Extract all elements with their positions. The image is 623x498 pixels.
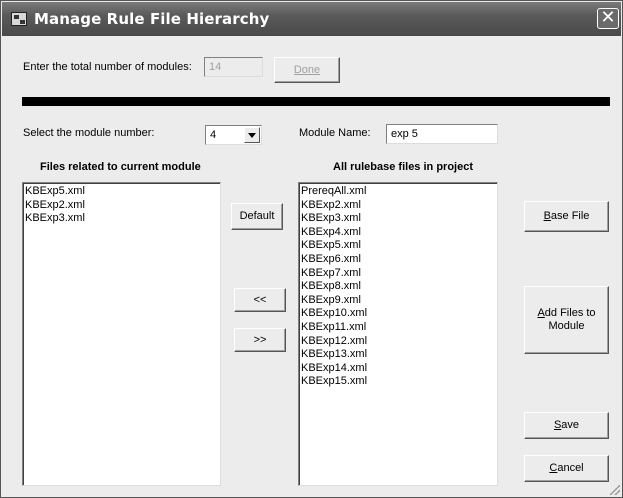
- list-item[interactable]: KBExp10.xml: [301, 307, 497, 321]
- move-right-button[interactable]: >>: [234, 328, 286, 352]
- base-file-mnemonic: B: [543, 210, 551, 222]
- app-icon: [11, 12, 27, 26]
- module-number-value: 4: [210, 129, 217, 141]
- base-file-label: ase File: [550, 210, 590, 222]
- all-rulebase-files-heading: All rulebase files in project: [333, 161, 473, 173]
- list-item[interactable]: KBExp7.xml: [301, 267, 497, 281]
- add-files-mnemonic: A: [537, 307, 545, 319]
- done-button[interactable]: Done: [274, 57, 340, 83]
- total-modules-field[interactable]: 14: [204, 57, 263, 77]
- base-file-button[interactable]: Base File: [524, 201, 609, 232]
- add-files-label: dd Files to Module: [544, 307, 596, 332]
- all-rulebase-files-list[interactable]: PrereqAll.xml KBExp2.xml KBExp3.xml KBEx…: [298, 182, 498, 486]
- select-module-label: Select the module number:: [23, 127, 155, 139]
- resize-grip-icon[interactable]: [610, 485, 620, 495]
- list-item[interactable]: KBExp2.xml: [301, 199, 497, 213]
- manage-rule-file-hierarchy-dialog: Manage Rule File Hierarchy ✕ Enter the t…: [0, 0, 623, 498]
- list-item[interactable]: KBExp4.xml: [301, 226, 497, 240]
- module-number-dropdown[interactable]: 4: [205, 125, 262, 145]
- list-item[interactable]: KBExp13.xml: [301, 348, 497, 362]
- list-item[interactable]: KBExp11.xml: [301, 321, 497, 335]
- save-label: ave: [561, 419, 580, 431]
- total-modules-label: Enter the total number of modules:: [23, 61, 192, 73]
- list-item[interactable]: KBExp2.xml: [25, 199, 220, 213]
- current-module-files-heading: Files related to current module: [40, 161, 201, 173]
- module-name-field[interactable]: exp 5: [386, 124, 498, 144]
- list-item[interactable]: KBExp8.xml: [301, 280, 497, 294]
- list-item[interactable]: KBExp5.xml: [301, 239, 497, 253]
- separator-bar: [22, 97, 610, 106]
- list-item[interactable]: KBExp3.xml: [301, 212, 497, 226]
- list-item[interactable]: KBExp6.xml: [301, 253, 497, 267]
- title-bar[interactable]: Manage Rule File Hierarchy ✕: [2, 2, 621, 36]
- window-title: Manage Rule File Hierarchy: [34, 10, 270, 28]
- list-item[interactable]: KBExp9.xml: [301, 294, 497, 308]
- list-item[interactable]: KBExp5.xml: [25, 185, 220, 199]
- add-files-to-module-button[interactable]: Add Files to Module: [524, 286, 609, 354]
- list-item[interactable]: KBExp14.xml: [301, 362, 497, 376]
- done-button-label: Done: [293, 63, 321, 76]
- cancel-label: ancel: [557, 462, 584, 474]
- module-name-label: Module Name:: [299, 127, 371, 139]
- list-item[interactable]: PrereqAll.xml: [301, 185, 497, 199]
- list-item[interactable]: KBExp15.xml: [301, 375, 497, 389]
- list-item[interactable]: KBExp3.xml: [25, 212, 220, 226]
- chevron-down-icon[interactable]: [244, 127, 260, 143]
- move-left-button[interactable]: <<: [234, 288, 286, 312]
- current-module-files-list[interactable]: KBExp5.xml KBExp2.xml KBExp3.xml: [22, 182, 221, 486]
- save-button[interactable]: Save: [524, 412, 609, 439]
- default-button[interactable]: Default: [231, 203, 283, 230]
- list-item[interactable]: KBExp12.xml: [301, 335, 497, 349]
- close-icon[interactable]: ✕: [597, 8, 619, 29]
- cancel-button[interactable]: Cancel: [524, 455, 609, 482]
